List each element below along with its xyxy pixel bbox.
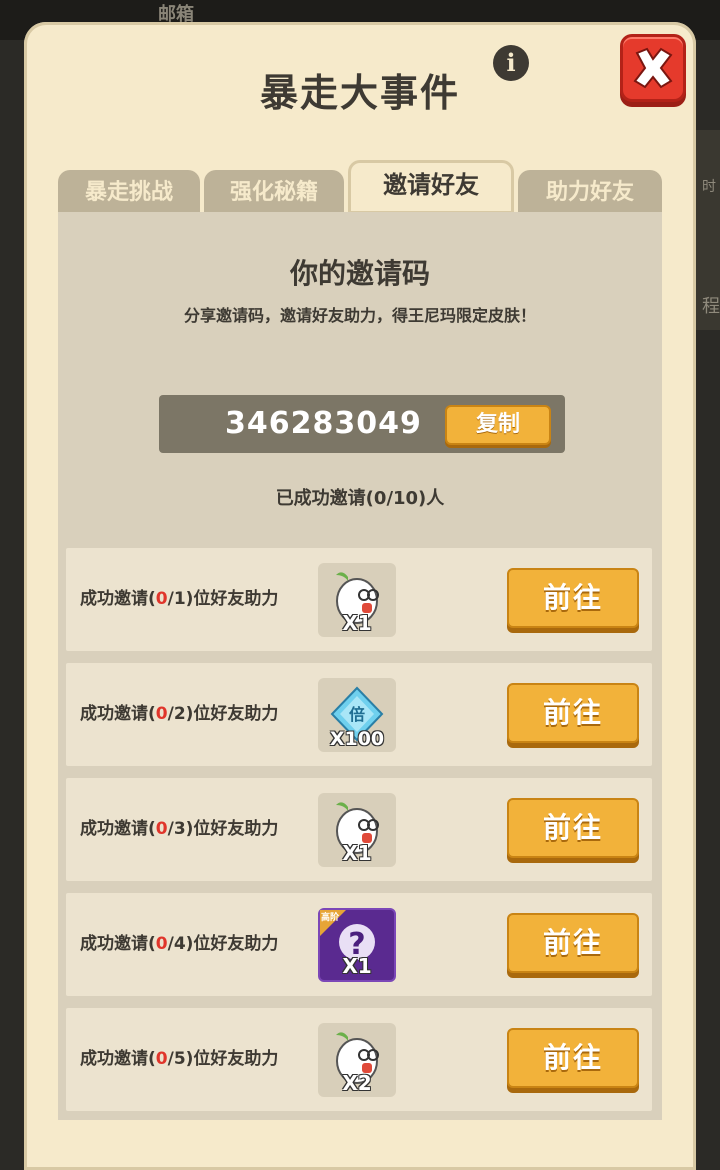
close-icon [633, 47, 673, 89]
reward-slot[interactable]: ? 高阶 X1 [318, 908, 396, 982]
close-button[interactable] [620, 34, 686, 102]
task-row: 成功邀请(0/2)位好友助力 倍 X100 前往 [66, 663, 652, 766]
task-row: 成功邀请(0/5)位好友助力 X2 前往 [66, 1008, 652, 1111]
task-row: 成功邀请(0/4)位好友助力 ? 高阶 X1 前往 [66, 893, 652, 996]
tab-invite-friends[interactable]: 邀请好友 [348, 160, 514, 214]
task-label: 成功邀请(0/3)位好友助力 [80, 819, 279, 839]
event-dialog: 暴走大事件 i 暴走挑战 强化秘籍 邀请好友 助力好友 你的邀请码 分享邀请码，… [24, 22, 696, 1170]
dialog-title: 暴走大事件 [259, 71, 460, 115]
tab-help-friends[interactable]: 助力好友 [518, 170, 662, 214]
invited-count-text: 已成功邀请(0/10)人 [275, 488, 445, 509]
invite-code-bar: 346283049 复制 [159, 395, 565, 453]
reward-slot[interactable]: X1 [318, 793, 396, 867]
tab-challenge[interactable]: 暴走挑战 [58, 170, 200, 214]
go-button[interactable]: 前往 [507, 683, 639, 743]
reward-quantity: X1 [342, 841, 372, 865]
reward-quantity: X2 [342, 1071, 372, 1095]
reward-slot[interactable]: X2 [318, 1023, 396, 1097]
background-side-label: 时 [702, 179, 716, 195]
go-button[interactable]: 前往 [507, 913, 639, 973]
go-button[interactable]: 前往 [507, 1028, 639, 1088]
tier-tag-label: 高阶 [321, 913, 340, 923]
reward-quantity: X1 [342, 954, 372, 978]
copy-button[interactable]: 复制 [445, 405, 551, 445]
info-icon[interactable]: i [493, 45, 529, 81]
tab-bar: 暴走挑战 强化秘籍 邀请好友 助力好友 [58, 160, 662, 214]
task-row: 成功邀请(0/1)位好友助力 X1 前往 [66, 548, 652, 651]
invite-code-value: 346283049 [225, 406, 422, 441]
invite-content: 你的邀请码 分享邀请码，邀请好友助力，得王尼玛限定皮肤！ 346283049 复… [58, 212, 662, 1120]
task-label: 成功邀请(0/4)位好友助力 [80, 934, 279, 954]
task-label: 成功邀请(0/1)位好友助力 [80, 589, 279, 609]
reward-quantity: X100 [329, 728, 385, 750]
invite-code-title: 你的邀请码 [289, 257, 430, 290]
go-button[interactable]: 前往 [507, 798, 639, 858]
svg-text:倍: 倍 [349, 705, 365, 724]
reward-quantity: X1 [342, 611, 372, 635]
invite-code-subtitle: 分享邀请码，邀请好友助力，得王尼玛限定皮肤！ [183, 306, 536, 325]
go-button[interactable]: 前往 [507, 568, 639, 628]
background-side-label: 程 [702, 296, 720, 317]
tab-guide[interactable]: 强化秘籍 [204, 170, 344, 214]
task-label: 成功邀请(0/5)位好友助力 [80, 1049, 279, 1069]
reward-slot[interactable]: X1 [318, 563, 396, 637]
task-row: 成功邀请(0/3)位好友助力 X1 前往 [66, 778, 652, 881]
task-label: 成功邀请(0/2)位好友助力 [80, 704, 279, 724]
reward-slot[interactable]: 倍 X100 [318, 678, 396, 752]
